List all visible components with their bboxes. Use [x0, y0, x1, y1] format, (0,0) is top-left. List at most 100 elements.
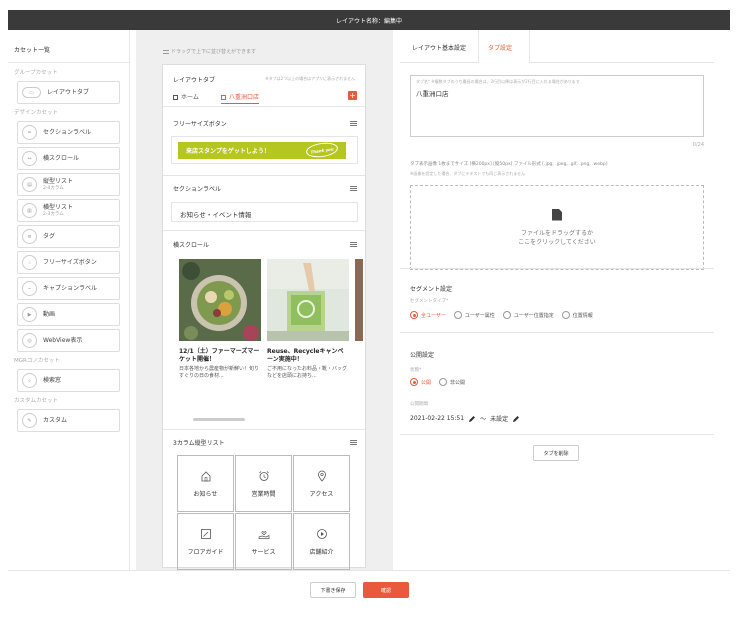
cassette-label: 横型リスト 2-3カラム: [43, 204, 73, 218]
tab-yaesu[interactable]: 八重洲口店: [221, 92, 260, 104]
settings-tabs: レイアウト基本設定 タブ設定: [400, 30, 714, 63]
pencil-icon[interactable]: [512, 415, 520, 423]
menu-icon[interactable]: [350, 242, 357, 247]
cassette-label: セクションラベル: [43, 129, 92, 136]
file-icon: [552, 208, 562, 221]
radio-label: 非公開: [450, 379, 466, 386]
scroll-card-partial[interactable]: [355, 259, 363, 343]
scroll-card[interactable]: 12/1（土）ファーマーズマーケット開催！ 日本各地から農産物が新鮮い！旬りすぐ…: [179, 259, 261, 380]
lines-icon: ═: [22, 125, 37, 140]
tab-icon: ▭: [22, 87, 41, 98]
radio-label: ユーザー属性: [464, 312, 495, 319]
cassette-section-label[interactable]: ═ セクションラベル: [17, 121, 120, 144]
cassette-label: 横スクロール: [43, 155, 80, 162]
menu-icon[interactable]: [350, 121, 357, 126]
cassette-horizontal-scroll[interactable]: ↔ 横スクロール: [17, 147, 120, 170]
block-title: 横スクロール: [173, 242, 210, 249]
card-image-food: [179, 259, 261, 341]
custom-icon: ✎: [22, 413, 37, 428]
divider: [400, 332, 714, 333]
footer-divider: [8, 570, 730, 571]
horizontal-scroll-cards[interactable]: 12/1（土）ファーマーズマーケット開催！ 日本各地から農産物が新鮮い！旬りすぐ…: [173, 259, 363, 394]
grid-item-floor-guide[interactable]: フロアガイド: [177, 513, 234, 570]
radio-user-attribute[interactable]: ユーザー属性: [453, 311, 495, 319]
block-title: フリーサイズボタン: [173, 121, 227, 128]
block-title: 3カラム縦型リスト: [173, 440, 225, 447]
cassette-tag[interactable]: ≡ タグ: [17, 225, 120, 248]
divider: [163, 429, 365, 430]
list-icon: ▥: [22, 203, 37, 218]
radio-private[interactable]: 非公開: [439, 378, 465, 386]
grid-item-label: 営業時間: [251, 491, 276, 498]
grid-icon: [221, 94, 226, 100]
grid-item-label: アクセス: [309, 491, 334, 498]
save-draft-button[interactable]: 下書き保存: [310, 582, 356, 598]
layout-tab-block[interactable]: レイアウトタブ ※タブは2つ以上の場合はアプリに表示されません ホーム 八重洲口…: [163, 65, 365, 107]
phone-preview: レイアウトタブ ※タブは2つ以上の場合はアプリに表示されません ホーム 八重洲口…: [162, 64, 366, 570]
radio-geo[interactable]: 位置情報: [561, 311, 593, 319]
dropzone-line: ファイルをドラッグするか: [520, 229, 593, 237]
radio-dot: [561, 311, 570, 319]
tab-home[interactable]: ホーム: [173, 92, 199, 104]
menu-icon[interactable]: [350, 440, 357, 445]
grid-item-label: フロアガイド: [187, 549, 224, 556]
tab-tab-settings[interactable]: タブ設定: [488, 43, 512, 52]
radio-label: ユーザー位置指定: [513, 312, 554, 319]
tab-label: 八重洲口店: [229, 94, 260, 101]
delete-tab-button[interactable]: タブを削除: [533, 445, 579, 461]
grid-item-store-intro[interactable]: 店舗紹介: [293, 513, 350, 570]
cassette-label: 検索窓: [43, 377, 62, 384]
add-tab-button[interactable]: +: [348, 91, 357, 100]
free-button-block[interactable]: 来店スタンプをゲットしよう！ Thank you: [171, 136, 358, 164]
cassette-label-text: 縦型リスト: [43, 177, 74, 185]
tab-name-hint: タブ名* ※複数タブのうち最長の場合は、2行目以降は表示が2行目に入れる場合があ…: [416, 79, 580, 84]
cassette-webview[interactable]: ◎ WebView表示: [17, 329, 120, 352]
divider: [400, 268, 714, 269]
radio-user-location[interactable]: ユーザー位置指定: [502, 311, 554, 319]
radio-all-users[interactable]: 全ユーザー: [410, 311, 446, 319]
section-label-preview[interactable]: お知らせ・イベント情報: [171, 202, 358, 222]
free-size-button[interactable]: 来店スタンプをゲットしよう！ Thank you: [178, 140, 346, 160]
list-icon: ▤: [22, 177, 37, 192]
block-title: セクションラベル: [173, 186, 222, 193]
hand-heart-icon: [257, 527, 271, 541]
tab-label: ホーム: [181, 94, 199, 101]
segment-type-label: セグメントタイプ*: [410, 299, 449, 304]
tab-layout-basic[interactable]: レイアウト基本設定: [412, 43, 466, 52]
layout-preview-area: ドラッグで上下に並び替えができます レイアウトタブ ※タブは2つ以上の場合はアプ…: [136, 30, 393, 570]
radio-dot: [410, 311, 418, 319]
caption-icon: ⎯: [22, 281, 37, 296]
pencil-icon[interactable]: [468, 415, 476, 423]
cassette-vertical-list[interactable]: ▤ 縦型リスト 2-4カラム: [17, 173, 120, 196]
cassette-video[interactable]: ▶ 動画: [17, 303, 120, 326]
scroll-card[interactable]: Reuse、Recycleキャンペーン実施中！ ご不用になったお料品・靴・バッグ…: [267, 259, 349, 380]
publish-radio-group: 公開 非公開: [410, 378, 473, 386]
grid-item-hours[interactable]: 営業時間: [235, 455, 292, 512]
menu-icon[interactable]: [350, 186, 357, 191]
radio-public[interactable]: 公開: [410, 378, 431, 386]
cassette-caption-label[interactable]: ⎯ キャプションラベル: [17, 277, 120, 300]
radio-label: 位置情報: [572, 312, 593, 319]
cassette-search[interactable]: ⌕ 検索窓: [17, 369, 120, 392]
file-dropzone[interactable]: ファイルをドラッグするか ここをクリックしてください: [410, 185, 704, 270]
horizontal-scrollbar[interactable]: [193, 418, 245, 421]
confirm-button[interactable]: 確認: [363, 582, 409, 598]
cassette-horizontal-list[interactable]: ▥ 横型リスト 2-3カラム: [17, 199, 120, 222]
grid-item-label: お知らせ: [193, 491, 218, 498]
grid-item-news[interactable]: お知らせ: [177, 455, 234, 512]
cassette-label-text: 横型リスト: [43, 203, 74, 211]
radio-dot: [410, 378, 418, 386]
card-image-recycle: [267, 259, 349, 341]
cassette-custom[interactable]: ✎ カスタム: [17, 409, 120, 432]
cassette-free-button[interactable]: ☝ フリーサイズボタン: [17, 251, 120, 274]
edit-icon: [199, 527, 213, 541]
tab-name-textarea[interactable]: タブ名* ※複数タブのうち最長の場合は、2行目以降は表示が2行目に入れる場合があ…: [410, 75, 704, 137]
grid-item-label: 店舗紹介: [309, 549, 334, 556]
cassette-label: 縦型リスト 2-4カラム: [43, 178, 73, 192]
cassette-label: レイアウトタブ: [47, 89, 90, 96]
globe-icon: ◎: [22, 333, 37, 348]
cassette-label: キャプションラベル: [43, 285, 98, 292]
grid-item-service[interactable]: サービス: [235, 513, 292, 570]
grid-item-access[interactable]: アクセス: [293, 455, 350, 512]
cassette-layout-tab[interactable]: ▭ レイアウトタブ: [17, 81, 120, 104]
